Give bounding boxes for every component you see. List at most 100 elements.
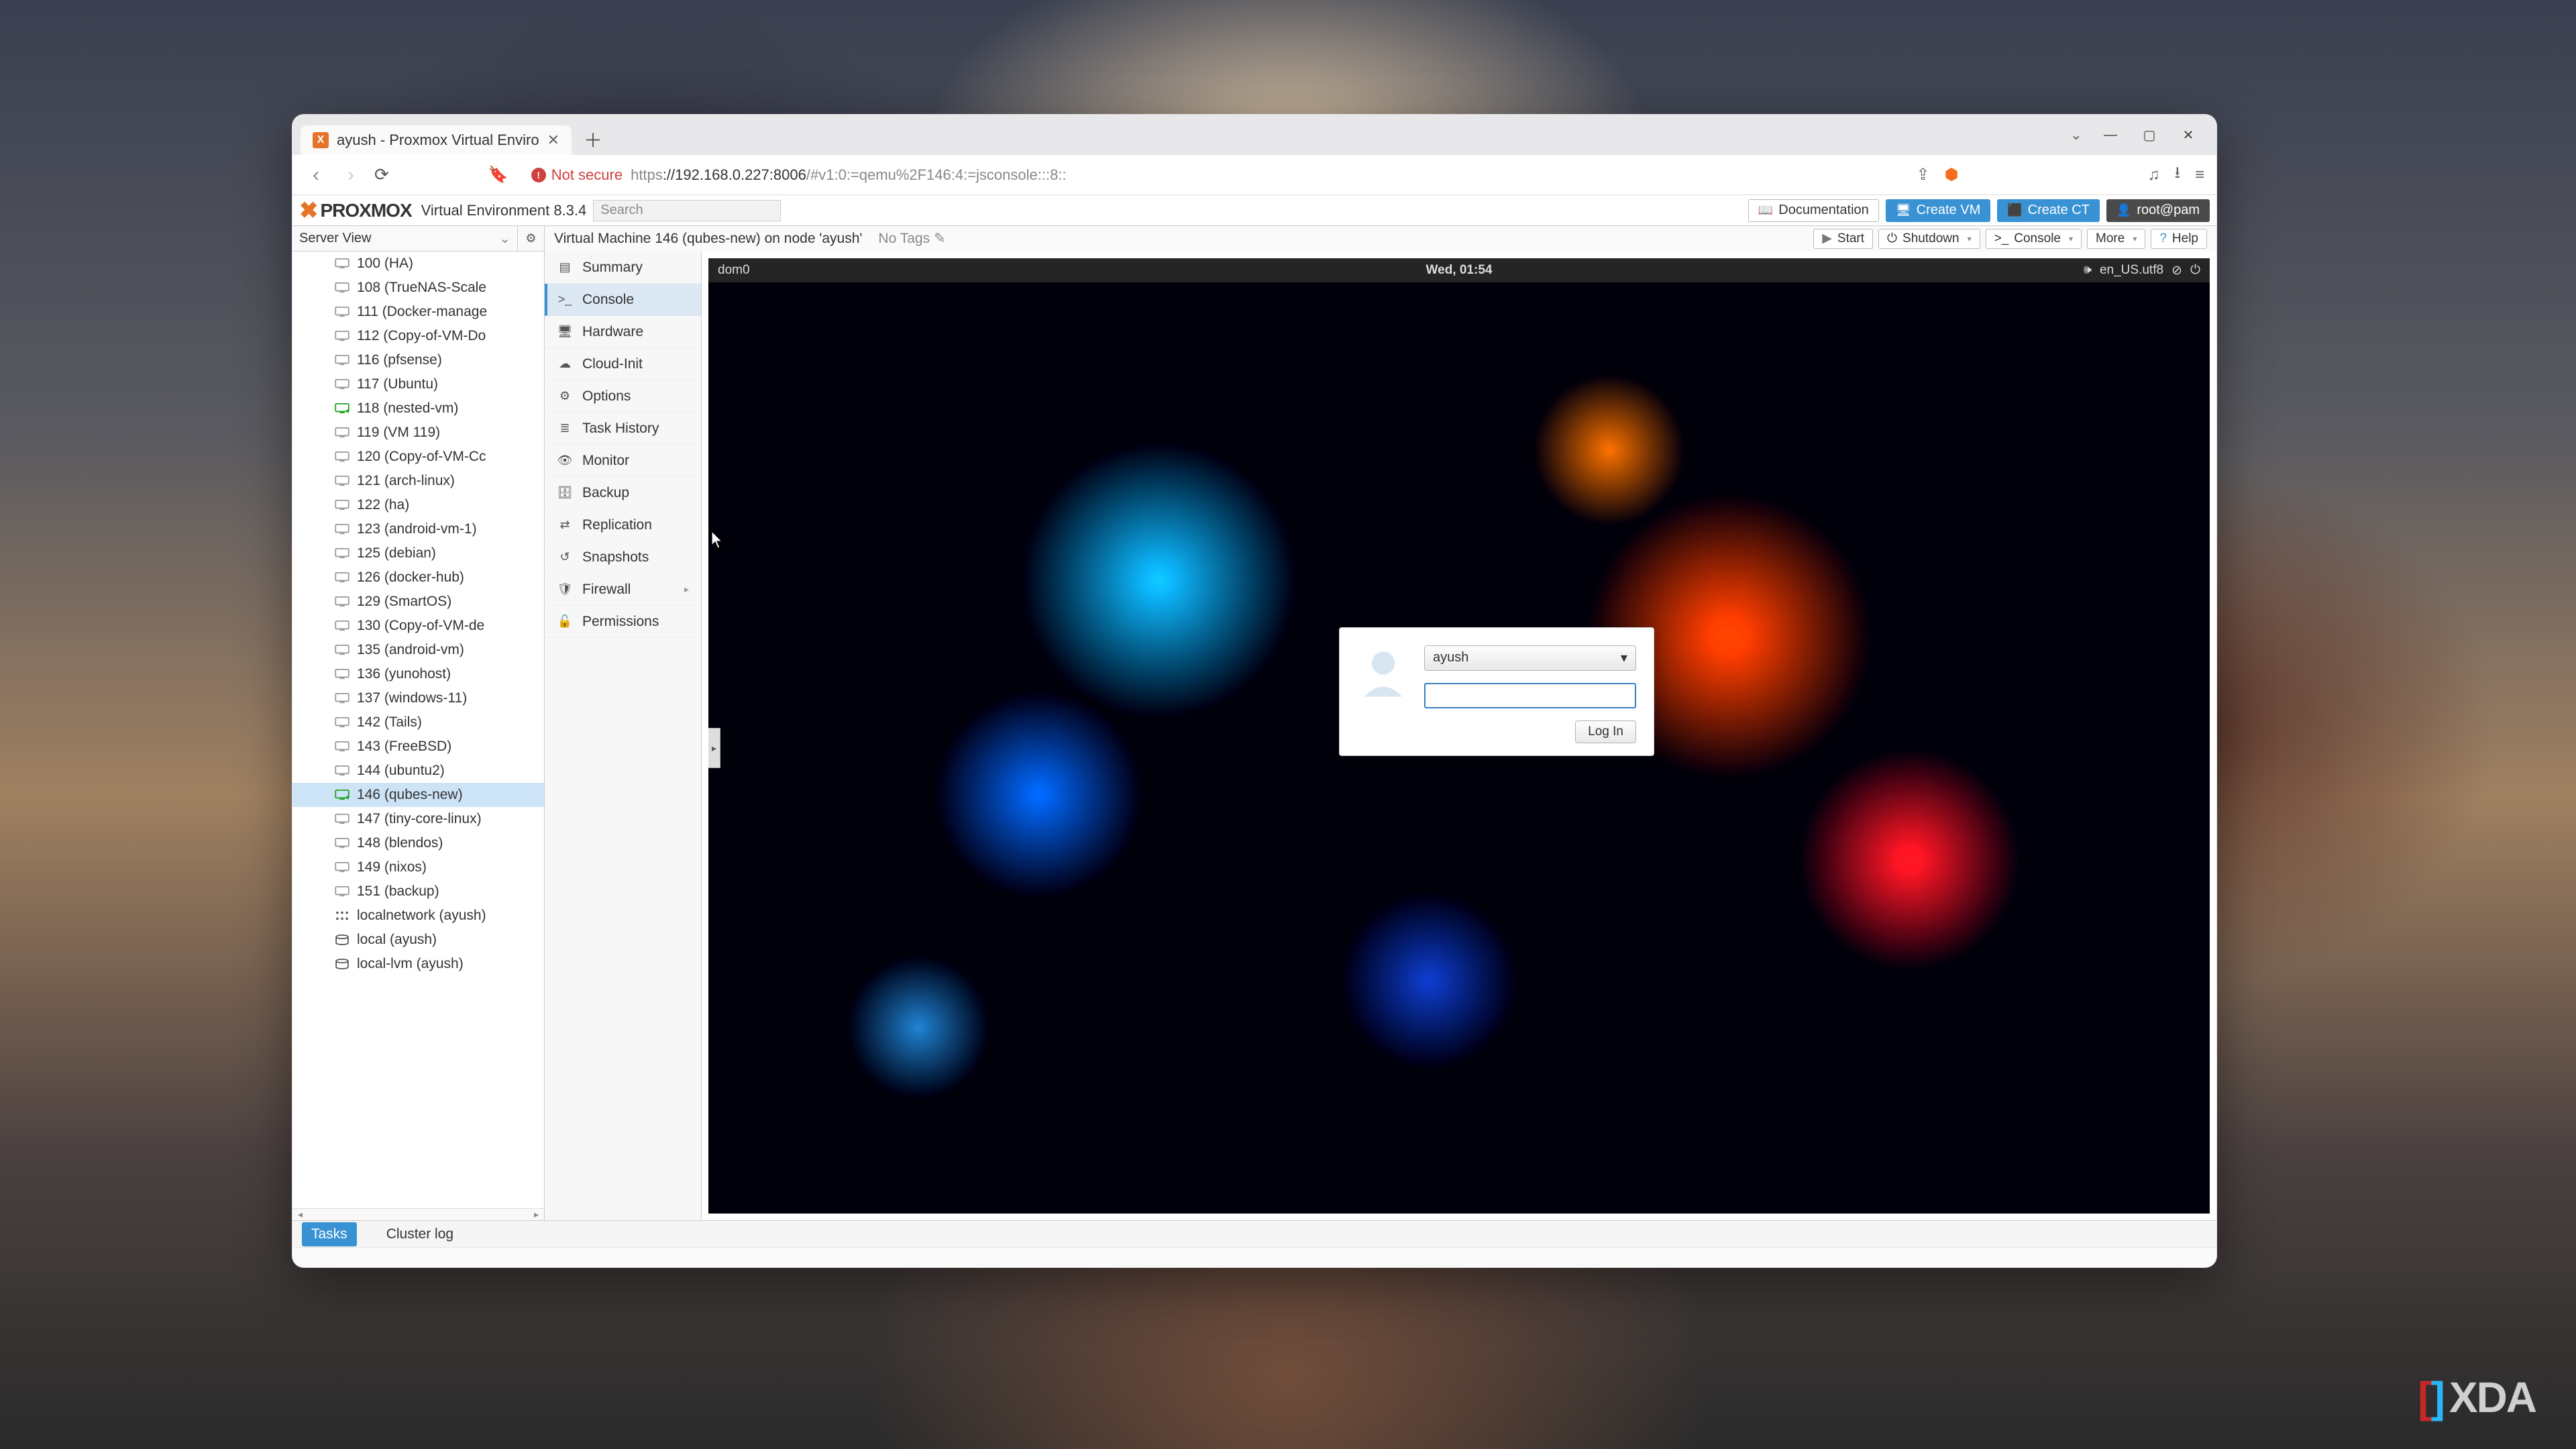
documentation-button[interactable]: 📖Documentation [1748,199,1879,222]
reload-button[interactable]: ⟳ [374,164,389,185]
bookmark-icon[interactable]: 🔖 [488,165,508,184]
tree-item-144[interactable]: 144 (ubuntu2) [292,759,544,783]
tree-item-117[interactable]: 117 (Ubuntu) [292,372,544,396]
security-badge[interactable]: ! Not secure [531,166,623,184]
tree-item-137[interactable]: 137 (windows-11) [292,686,544,710]
volume-icon[interactable]: 🕪 [2084,263,2092,278]
tree-item-label: 119 (VM 119) [357,425,440,441]
nav-back-button[interactable]: ‹ [305,164,327,186]
url-field[interactable]: ! Not secure https://192.168.0.227:8006/… [521,162,1904,189]
tree-item-100[interactable]: 100 (HA) [292,252,544,276]
tree-item-loc[interactable]: local (ayush) [292,928,544,952]
tree-item-143[interactable]: 143 (FreeBSD) [292,735,544,759]
more-button[interactable]: More▾ [2087,229,2145,249]
help-button[interactable]: ?Help [2151,229,2207,249]
tab-firewall[interactable]: 🛡Firewall▸ [545,574,701,606]
novnc-side-toggle[interactable]: ▸ [708,728,720,768]
tab-taskhistory[interactable]: ≣Task History [545,413,701,445]
tab-options[interactable]: ⚙Options [545,380,701,413]
tree-item-146[interactable]: 146 (qubes-new) [292,783,544,807]
tasks-tab[interactable]: Tasks [302,1222,357,1246]
tab-cloudinit[interactable]: ☁Cloud-Init [545,348,701,380]
tab-snapshots[interactable]: ↺Snapshots [545,541,701,574]
tree-item-126[interactable]: 126 (docker-hub) [292,566,544,590]
tab-summary[interactable]: ▤Summary [545,252,701,284]
tab-console[interactable]: >_Console [545,284,701,316]
download-icon[interactable]: ⭳ [2175,161,2180,189]
cluster-log-tab[interactable]: Cluster log [377,1222,463,1246]
start-button[interactable]: ▶Start [1813,229,1873,249]
tree-item-149[interactable]: 149 (nixos) [292,855,544,879]
resource-tree[interactable]: 100 (HA)108 (TrueNAS-Scale111 (Docker-ma… [292,252,544,1208]
firewall-icon: 🛡 [557,582,573,596]
tree-item-147[interactable]: 147 (tiny-core-linux) [292,807,544,831]
console-button[interactable]: >_Console▾ [1986,229,2082,249]
network-icon[interactable]: ⊘ [2171,263,2182,278]
bottom-log-tabs: Tasks Cluster log [292,1220,2216,1247]
tree-item-ln[interactable]: localnetwork (ayush) [292,904,544,928]
tree-item-119[interactable]: 119 (VM 119) [292,421,544,445]
user-menu-button[interactable]: 👤root@pam [2106,199,2210,222]
proxmox-top-bar: ✖ PROXMOX Virtual Environment 8.3.4 Sear… [292,195,2216,226]
tree-item-121[interactable]: 121 (arch-linux) [292,469,544,493]
pencil-icon[interactable]: ✎ [934,230,946,247]
window-minimize-button[interactable]: — [2093,121,2128,148]
monitor-icon [334,305,350,319]
monitor-icon [334,257,350,270]
music-icon[interactable]: ♫ [2148,166,2160,184]
tab-backup[interactable]: 🗄Backup [545,477,701,509]
shutdown-button[interactable]: ⏻Shutdown▾ [1878,229,1980,249]
browser-tab-active[interactable]: X ayush - Proxmox Virtual Enviro ✕ [301,125,572,155]
new-tab-button[interactable]: ＋ [577,123,609,156]
tab-monitor[interactable]: 👁Monitor [545,445,701,477]
nav-forward-button[interactable]: › [339,164,362,186]
server-view-settings-button[interactable]: ⚙ [518,226,545,251]
tree-item-122[interactable]: 122 (ha) [292,493,544,517]
login-button[interactable]: Log In [1575,720,1636,743]
tree-item-136[interactable]: 136 (yunohost) [292,662,544,686]
tree-item-130[interactable]: 130 (Copy-of-VM-de [292,614,544,638]
window-maximize-button[interactable]: ▢ [2132,121,2167,148]
tab-label: Replication [582,517,652,533]
tab-overflow-chevron-icon[interactable]: ⌄ [2070,126,2082,144]
tree-item-lvm[interactable]: local-lvm (ayush) [292,952,544,976]
window-close-button[interactable]: ✕ [2171,121,2206,148]
tree-item-108[interactable]: 108 (TrueNAS-Scale [292,276,544,300]
tree-item-116[interactable]: 116 (pfsense) [292,348,544,372]
search-input[interactable]: Search [593,200,781,221]
url-text: https://192.168.0.227:8006/#v1:0:=qemu%2… [631,166,1066,184]
create-vm-button[interactable]: 🖥Create VM [1886,199,1990,222]
tree-item-120[interactable]: 120 (Copy-of-VM-Cc [292,445,544,469]
share-icon[interactable]: ⇪ [1917,165,1930,184]
tab-hardware[interactable]: 🖥Hardware [545,316,701,348]
close-tab-icon[interactable]: ✕ [547,131,559,149]
server-view-selector[interactable]: Server View ⌄ [292,226,518,251]
tree-item-135[interactable]: 135 (android-vm) [292,638,544,662]
menu-icon[interactable]: ≡ [2195,166,2204,184]
tree-item-111[interactable]: 111 (Docker-manage [292,300,544,324]
tree-item-142[interactable]: 142 (Tails) [292,710,544,735]
monitor-icon [334,667,350,681]
tab-permissions[interactable]: 🔓Permissions [545,606,701,638]
tags-label[interactable]: No Tags ✎ [878,230,945,247]
tab-replication[interactable]: ⇄Replication [545,509,701,541]
password-input[interactable] [1424,683,1636,708]
tree-item-118[interactable]: 118 (nested-vm) [292,396,544,421]
tree-item-123[interactable]: 123 (android-vm-1) [292,517,544,541]
create-ct-button[interactable]: ⬛Create CT [1997,199,2100,222]
tree-item-125[interactable]: 125 (debian) [292,541,544,566]
tab-label: Firewall [582,582,631,598]
tree-item-148[interactable]: 148 (blendos) [292,831,544,855]
proxmox-logo[interactable]: ✖ PROXMOX [299,197,412,224]
guest-screen[interactable]: ▸ ayush ▾ [708,282,2210,1214]
vm-console[interactable]: dom0 Wed, 01:54 🕪 en_US.utf8 ⊘ ⏻ ▸ [708,258,2210,1214]
username-select[interactable]: ayush ▾ [1424,645,1636,671]
tree-scroll-indicator[interactable]: ◂▸ [292,1208,544,1220]
tree-item-129[interactable]: 129 (SmartOS) [292,590,544,614]
guest-locale[interactable]: en_US.utf8 [2100,263,2163,278]
tree-item-112[interactable]: 112 (Copy-of-VM-Do [292,324,544,348]
console-icon: >_ [557,292,573,307]
guest-power-icon[interactable]: ⏻ [2190,263,2200,278]
tree-item-151[interactable]: 151 (backup) [292,879,544,904]
brave-shield-icon[interactable]: ⬢ [1945,165,1959,184]
